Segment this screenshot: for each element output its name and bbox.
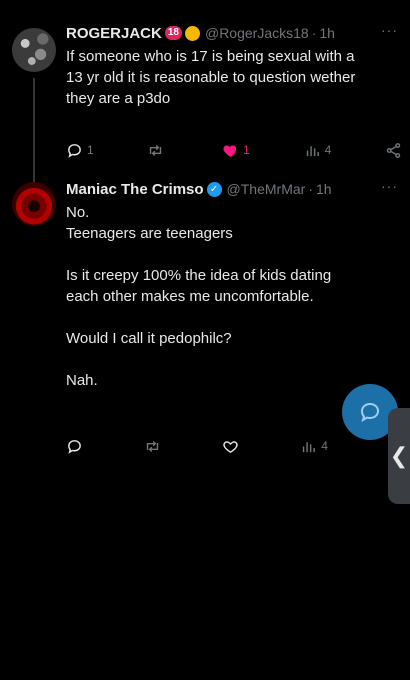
tweet-line: Nah. (66, 372, 98, 389)
side-panel-handle[interactable]: ❮ (388, 408, 410, 504)
like-icon (223, 440, 238, 453)
like-count: 1 (243, 143, 250, 157)
chevron-left-icon: ❮ (389, 443, 409, 468)
timestamp[interactable]: 1h (316, 181, 332, 197)
tweet-gap (66, 307, 398, 328)
reply-icon (68, 439, 81, 454)
tweet-line: they are a p3do (66, 90, 171, 107)
tweet-1[interactable]: ROGERJACK 18 @RogerJacks18 · 1h ··· If s… (0, 22, 410, 190)
retweet-button[interactable] (144, 438, 165, 455)
tweet-line: If someone who is 17 is being sexual wit… (66, 48, 355, 65)
reply-icon (68, 143, 81, 158)
views-icon (306, 145, 319, 156)
tweet-gap (66, 349, 398, 370)
more-icon[interactable]: ··· (381, 178, 398, 194)
retweet-icon (150, 144, 162, 156)
tweet-line: No. (66, 204, 90, 221)
views-button[interactable]: 4 (304, 142, 332, 159)
views-count: 4 (321, 439, 328, 453)
thread-line (33, 78, 35, 190)
verified-icon: ✓ (206, 181, 222, 197)
tweet-header: Maniac The Crimso ✓ @TheMrMar · 1h (66, 178, 398, 200)
views-button[interactable]: 4 (300, 438, 328, 455)
views-count: 4 (324, 143, 332, 157)
tweet-line: 13 yr old it is reasonable to question w… (66, 69, 356, 86)
timestamp[interactable]: 1h (319, 25, 335, 41)
tweet-text: No. Teenagers are teenagers Is it creepy… (66, 202, 398, 391)
views-icon (303, 441, 316, 452)
reply-button[interactable]: 1 (66, 142, 94, 159)
separator: · (311, 25, 317, 41)
reply-count: 1 (87, 143, 94, 157)
share-button[interactable] (385, 142, 402, 159)
like-icon (223, 145, 237, 157)
like-button[interactable] (222, 438, 243, 455)
share-icon (386, 142, 401, 158)
action-bar: 4 (66, 436, 402, 456)
like-button[interactable]: 1 (222, 142, 250, 159)
separator: · (308, 181, 313, 197)
more-icon[interactable]: ··· (381, 22, 398, 38)
retweet-icon (146, 440, 159, 452)
handle[interactable]: @TheMrMar (227, 181, 306, 197)
tweet-gap (66, 244, 398, 265)
tweet-text: If someone who is 17 is being sexual wit… (66, 46, 398, 109)
tweet-header: ROGERJACK 18 @RogerJacks18 · 1h (66, 22, 398, 44)
avatar[interactable] (12, 28, 56, 72)
tweet-content: ROGERJACK 18 @RogerJacks18 · 1h ··· If s… (66, 22, 398, 109)
tweet-line: Is it creepy 100% the idea of kids datin… (66, 267, 332, 284)
compose-icon (360, 402, 380, 423)
handle[interactable]: @RogerJacks18 (205, 25, 309, 41)
reply-button[interactable] (66, 438, 87, 455)
tweet-line: Teenagers are teenagers (66, 225, 233, 242)
tweet-line: each other makes me uncomfortable. (66, 288, 314, 305)
display-name[interactable]: ROGERJACK (66, 25, 162, 42)
circle-emoji-icon (184, 25, 200, 41)
tweet-content: Maniac The Crimso ✓ @TheMrMar · 1h ··· N… (66, 178, 398, 391)
retweet-button[interactable] (147, 142, 168, 159)
avatar[interactable] (12, 182, 56, 226)
age-badge: 18 (164, 26, 182, 40)
action-bar: 1 1 4 (66, 140, 402, 160)
tweet-line: Would I call it pedophilc? (66, 330, 232, 347)
display-name[interactable]: Maniac The Crimso (66, 181, 204, 198)
